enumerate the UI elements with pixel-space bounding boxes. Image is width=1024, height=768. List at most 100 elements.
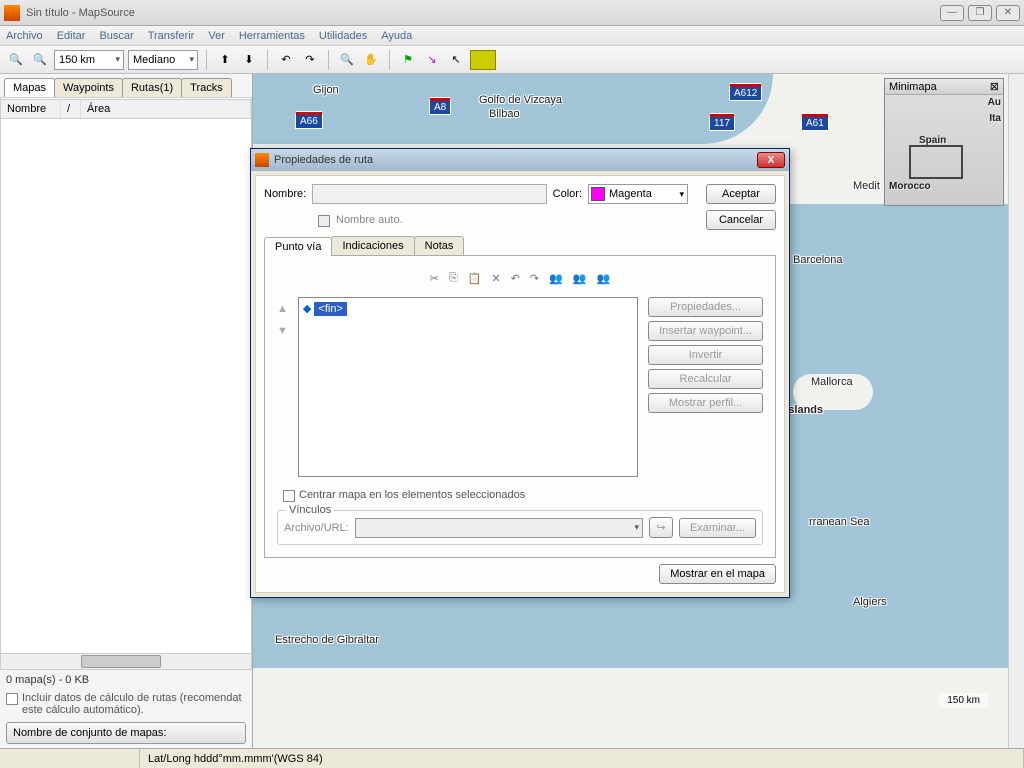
insertar-waypoint-button[interactable]: Insertar waypoint... [648, 321, 763, 341]
menubar: Archivo Editar Buscar Transferir Ver Her… [0, 26, 1024, 46]
map-label: Estrecho de Gibraltar [275, 634, 379, 646]
sidebar: Mapas Waypoints Rutas(1) Tracks Nombre /… [0, 74, 253, 748]
copy-icon[interactable]: ⎘ [449, 272, 458, 285]
minimap-viewport[interactable] [909, 145, 963, 179]
vinculos-group: Vínculos Archivo/URL: ↪ Examinar... [277, 510, 763, 545]
menu-buscar[interactable]: Buscar [99, 30, 133, 42]
measure-icon[interactable] [470, 50, 496, 70]
map-label: rranean Sea [809, 516, 870, 528]
redo-icon[interactable]: ↷ [530, 272, 539, 285]
mapset-name-button[interactable]: Nombre de conjunto de mapas: [6, 722, 246, 744]
nombre-label: Nombre: [264, 188, 306, 200]
scale-select[interactable]: 150 km [54, 50, 124, 70]
color-select[interactable]: Magenta [588, 184, 688, 204]
center-map-checkbox[interactable]: Centrar mapa en los elementos selecciona… [277, 487, 763, 504]
list-item-fin[interactable]: <fin> [314, 302, 346, 316]
scale-bar: 150 km [939, 693, 988, 708]
recalcular-button[interactable]: Recalcular [648, 369, 763, 389]
invertir-button[interactable]: Invertir [648, 345, 763, 365]
move-up-icon[interactable]: ▲ [277, 303, 288, 315]
redo-icon[interactable]: ↷ [300, 50, 320, 70]
col-sort[interactable]: / [61, 100, 81, 118]
detail-value: Mediano [133, 54, 175, 66]
mostrar-en-mapa-button[interactable]: Mostrar en el mapa [659, 564, 776, 584]
menu-ver[interactable]: Ver [208, 30, 225, 42]
menu-archivo[interactable]: Archivo [6, 30, 43, 42]
scrollbar-horizontal[interactable] [1, 653, 251, 669]
tab-rutas[interactable]: Rutas(1) [122, 78, 182, 97]
close-button[interactable]: ✕ [996, 5, 1020, 21]
minimap-close-icon[interactable]: ⊠ [990, 80, 999, 93]
tab-waypoints[interactable]: Waypoints [54, 78, 123, 97]
via-points-list[interactable]: ◆ <fin> [298, 297, 638, 477]
paste-icon[interactable]: 📋 [468, 272, 482, 285]
menu-ayuda[interactable]: Ayuda [381, 30, 412, 42]
tab-notas[interactable]: Notas [414, 236, 465, 255]
dialog-close-button[interactable]: X [757, 152, 785, 168]
go-icon[interactable]: ↪ [649, 517, 673, 538]
list-header: Nombre / Área [1, 99, 251, 119]
map-label: Barcelona [793, 254, 843, 266]
flag-icon[interactable]: ⚑ [398, 50, 418, 70]
tab-indicaciones[interactable]: Indicaciones [331, 236, 414, 255]
route-properties-dialog: Propiedades de ruta X Nombre: Color: Mag… [250, 148, 790, 598]
send-to-device-icon[interactable]: ⬆ [215, 50, 235, 70]
maximize-button[interactable]: ❐ [968, 5, 992, 21]
menu-transferir[interactable]: Transferir [148, 30, 195, 42]
statusbar: Lat/Long hddd°mm.mmm'(WGS 84) [0, 748, 1024, 768]
find-icon[interactable]: 👥 [549, 272, 563, 285]
undo-icon[interactable]: ↶ [511, 272, 520, 285]
archivo-url-select[interactable] [355, 518, 643, 538]
road-badge: A612 [729, 86, 762, 101]
toolbar-separator [206, 50, 207, 70]
minimap-label: Ita [989, 113, 1001, 124]
cancelar-button[interactable]: Cancelar [706, 210, 776, 230]
route-icon[interactable]: ↘ [422, 50, 442, 70]
menu-editar[interactable]: Editar [57, 30, 86, 42]
zoom-out-icon[interactable]: 🔍 [6, 50, 26, 70]
minimize-button[interactable]: — [940, 5, 964, 21]
menu-utilidades[interactable]: Utilidades [319, 30, 367, 42]
minimap-body[interactable]: Au Ita Spain Morocco [885, 95, 1003, 205]
dialog-icon [255, 153, 269, 167]
examinar-button[interactable]: Examinar... [679, 518, 756, 538]
toolbar: 🔍 🔍 150 km Mediano ⬆ ⬇ ↶ ↷ 🔍 ✋ ⚑ ↘ ↖ [0, 46, 1024, 74]
tab-tracks[interactable]: Tracks [181, 78, 232, 97]
road-badge: A66 [295, 114, 323, 129]
cut-icon[interactable]: ✂ [430, 272, 439, 285]
road-badge: A61 [801, 116, 829, 131]
include-route-data-checkbox[interactable]: Incluir datos de cálculo de rutas (recom… [0, 690, 252, 718]
find-near-icon[interactable]: 👥 [573, 272, 587, 285]
find-recent-icon[interactable]: 👥 [597, 272, 611, 285]
minimap: Minimapa ⊠ Au Ita Spain Morocco [884, 78, 1004, 206]
road-badge: 117 [709, 116, 735, 131]
col-area[interactable]: Área [81, 100, 251, 118]
mostrar-perfil-button[interactable]: Mostrar perfil... [648, 393, 763, 413]
detail-select[interactable]: Mediano [128, 50, 198, 70]
nombre-input[interactable] [312, 184, 546, 204]
zoom-in-icon[interactable]: 🔍 [30, 50, 50, 70]
map-label: Bilbao [489, 108, 520, 120]
undo-icon[interactable]: ↶ [276, 50, 296, 70]
propiedades-button[interactable]: Propiedades... [648, 297, 763, 317]
hand-tool-icon[interactable]: ✋ [361, 50, 381, 70]
auto-checkbox[interactable] [318, 215, 330, 227]
receive-from-device-icon[interactable]: ⬇ [239, 50, 259, 70]
col-nombre[interactable]: Nombre [1, 100, 61, 118]
move-down-icon[interactable]: ▼ [277, 325, 288, 337]
menu-herramientas[interactable]: Herramientas [239, 30, 305, 42]
map-label: Gijon [313, 84, 339, 96]
pointer-icon[interactable]: ↖ [446, 50, 466, 70]
delete-icon[interactable]: ✕ [491, 272, 500, 285]
scrollbar-vertical[interactable] [1008, 74, 1024, 748]
vinculos-legend: Vínculos [286, 504, 334, 516]
zoom-tool-icon[interactable]: 🔍 [337, 50, 357, 70]
aceptar-button[interactable]: Aceptar [706, 184, 776, 204]
tab-mapas[interactable]: Mapas [4, 78, 55, 97]
scale-value: 150 km [59, 54, 95, 66]
window-title: Sin título - MapSource [26, 7, 940, 19]
tab-punto-via[interactable]: Punto vía [264, 237, 332, 256]
dialog-titlebar[interactable]: Propiedades de ruta X [251, 149, 789, 171]
color-swatch [591, 187, 605, 201]
road-badge: A8 [429, 100, 451, 115]
